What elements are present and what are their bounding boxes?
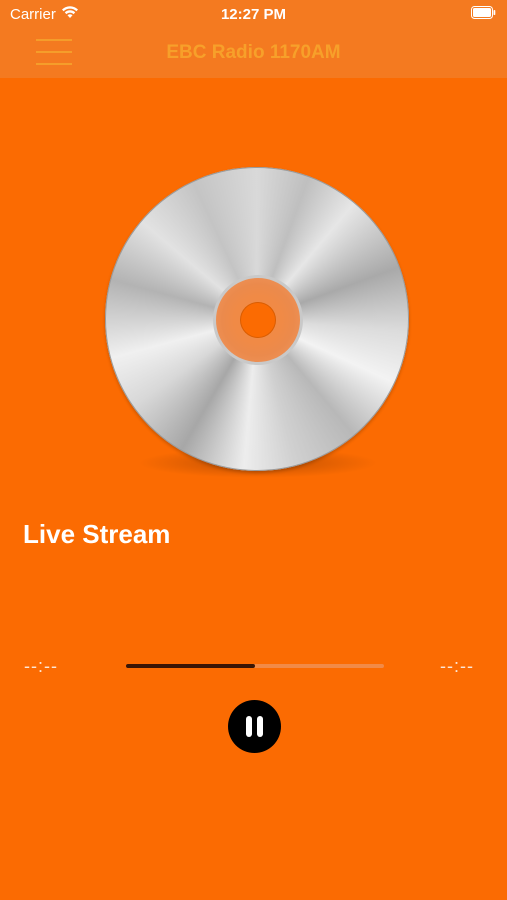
disc-surface (105, 167, 409, 471)
track-title: Live Stream (23, 519, 171, 549)
pause-icon (246, 716, 263, 737)
cd-disc-icon (100, 160, 416, 485)
pause-button[interactable] (228, 700, 281, 753)
navigation-bar: EBC Radio 1170AM (0, 28, 507, 78)
remaining-time: --:-- (440, 656, 474, 676)
station-title: EBC Radio 1170AM (166, 42, 341, 63)
disc-center-hole (240, 302, 276, 338)
status-time: 12:27 PM (220, 6, 287, 23)
disc-center-ring (213, 275, 303, 365)
progress-slider[interactable] (126, 664, 384, 668)
status-bar: Carrier 12:27 PM (0, 0, 507, 28)
battery-icon (471, 6, 496, 19)
elapsed-time: --:-- (24, 656, 58, 676)
progress-fill (126, 664, 255, 668)
